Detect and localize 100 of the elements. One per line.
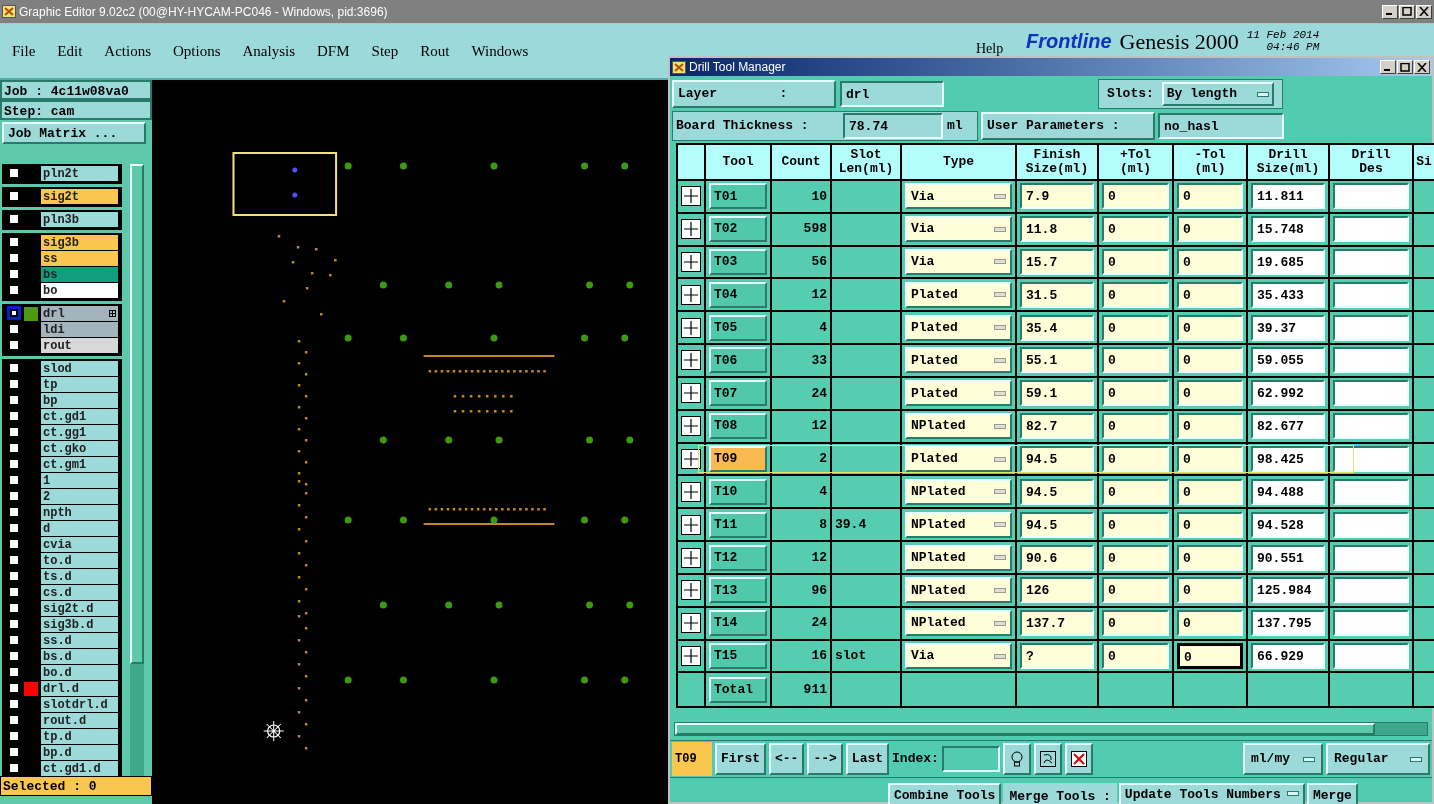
drill-des-field[interactable] — [1333, 347, 1409, 374]
minus-tol-field[interactable]: 0 — [1177, 577, 1243, 604]
type-dropdown[interactable]: NPlated — [905, 478, 1012, 505]
plus-tol-field[interactable]: 0 — [1102, 281, 1169, 308]
plus-tol-field[interactable]: 0 — [1102, 478, 1169, 505]
drill-des-field[interactable] — [1333, 248, 1409, 275]
nav-button[interactable]: Last — [845, 743, 890, 776]
thickness-field[interactable]: 78.74 — [843, 113, 943, 139]
menu-item[interactable]: Windows — [471, 39, 529, 63]
minimize-icon[interactable] — [1380, 60, 1396, 74]
layer-checkbox[interactable] — [7, 505, 21, 519]
minus-tol-field[interactable]: 0 — [1177, 347, 1243, 374]
index-field[interactable] — [941, 746, 1000, 773]
units-dropdown[interactable]: ml/my — [1243, 743, 1323, 776]
drill-des-field[interactable] — [1333, 511, 1409, 538]
crosshair-icon[interactable] — [681, 580, 701, 601]
crosshair-icon[interactable] — [681, 514, 701, 535]
minus-tol-field[interactable]: 0 — [1177, 610, 1243, 637]
layer-checkbox[interactable] — [7, 521, 21, 535]
menu-item[interactable]: Analysis — [242, 39, 296, 63]
plus-tol-field[interactable]: 0 — [1102, 347, 1169, 374]
drill-des-field[interactable] — [1333, 446, 1409, 472]
minus-tol-field[interactable]: 0 — [1177, 281, 1243, 308]
plus-tol-field[interactable]: 0 — [1102, 544, 1169, 571]
tool-button[interactable]: T02 — [709, 216, 767, 243]
user-parameters-field[interactable]: no_hasl — [1158, 113, 1284, 139]
help-menu[interactable]: Help — [976, 38, 1004, 59]
layer-checkbox[interactable] — [7, 569, 21, 583]
layer-checkbox[interactable] — [7, 457, 21, 471]
layer-item[interactable]: slotdrl.d — [41, 697, 118, 712]
layer-item[interactable]: slod — [41, 361, 118, 376]
layer-checkbox[interactable] — [7, 537, 21, 551]
drill-size-field[interactable]: 15.748 — [1251, 216, 1325, 243]
finish-size-field[interactable]: 137.7 — [1020, 610, 1094, 637]
crosshair-icon[interactable] — [681, 613, 701, 634]
drill-des-field[interactable] — [1333, 544, 1409, 571]
layer-checkbox[interactable] — [7, 745, 21, 759]
finish-size-field[interactable]: 94.5 — [1020, 446, 1094, 472]
plus-tol-field[interactable]: 0 — [1102, 610, 1169, 637]
layer-item[interactable]: bs.d — [41, 649, 118, 664]
nav-button[interactable]: --> — [807, 743, 843, 776]
layer-checkbox[interactable] — [7, 425, 21, 439]
layer-item[interactable]: cvia — [41, 537, 118, 552]
layer-item[interactable]: npth — [41, 505, 118, 520]
plus-tol-field[interactable]: 0 — [1102, 380, 1169, 407]
drill-size-field[interactable]: 98.425 — [1251, 446, 1325, 472]
layer-checkbox[interactable] — [7, 235, 21, 249]
drill-size-field[interactable]: 94.488 — [1251, 478, 1325, 505]
layer-item[interactable]: bs — [41, 267, 118, 282]
layer-checkbox[interactable] — [7, 409, 21, 423]
tool-button[interactable]: T11 — [709, 511, 767, 538]
layer-item[interactable]: tp.d — [41, 729, 118, 744]
maximize-icon[interactable] — [1399, 4, 1415, 19]
drill-des-field[interactable] — [1333, 610, 1409, 637]
drill-size-field[interactable]: 90.551 — [1251, 544, 1325, 571]
drill-size-field[interactable]: 125.984 — [1251, 577, 1325, 604]
crosshair-icon[interactable] — [681, 219, 701, 240]
layer-checkbox[interactable] — [7, 697, 21, 711]
layer-item[interactable]: ldi — [41, 322, 118, 337]
drill-des-field[interactable] — [1333, 577, 1409, 604]
layer-checkbox[interactable] — [7, 267, 21, 281]
finish-size-field[interactable]: 55.1 — [1020, 347, 1094, 374]
mode-dropdown[interactable]: Regular — [1326, 743, 1430, 776]
crosshair-icon[interactable] — [681, 350, 701, 371]
layer-item[interactable]: ct.gd1 — [41, 409, 118, 424]
layer-item[interactable]: ct.gd1.d — [41, 761, 118, 776]
drill-des-field[interactable] — [1333, 314, 1409, 341]
layer-checkbox[interactable] — [7, 377, 21, 391]
type-dropdown[interactable]: Via — [905, 216, 1012, 243]
layer-checkbox[interactable] — [7, 713, 21, 727]
menu-item[interactable]: Actions — [104, 39, 151, 63]
drill-size-field[interactable]: 62.992 — [1251, 380, 1325, 407]
type-dropdown[interactable]: Via — [905, 643, 1012, 670]
layer-checkbox[interactable] — [7, 489, 21, 503]
tool-button[interactable]: T15 — [709, 643, 767, 670]
drill-size-field[interactable]: 35.433 — [1251, 281, 1325, 308]
finish-size-field[interactable]: ? — [1020, 643, 1094, 670]
minus-tol-field[interactable]: 0 — [1177, 380, 1243, 407]
minus-tol-field[interactable]: 0 — [1177, 446, 1243, 472]
type-dropdown[interactable]: NPlated — [905, 577, 1012, 604]
layer-checkbox[interactable] — [7, 338, 21, 352]
layer-item[interactable]: sig2t — [41, 189, 118, 204]
plus-tol-field[interactable]: 0 — [1102, 314, 1169, 341]
layer-field[interactable]: drl — [840, 81, 944, 107]
plus-tol-field[interactable]: 0 — [1102, 248, 1169, 275]
layer-item[interactable]: pln2t — [41, 166, 118, 181]
layer-checkbox[interactable] — [7, 361, 21, 375]
tool-button[interactable]: T04 — [709, 281, 767, 308]
tool-button[interactable]: T13 — [709, 577, 767, 604]
layer-checkbox[interactable] — [7, 473, 21, 487]
tool-button[interactable]: T09 — [709, 446, 767, 472]
finish-size-field[interactable]: 59.1 — [1020, 380, 1094, 407]
crosshair-icon[interactable] — [681, 416, 701, 437]
type-dropdown[interactable]: Plated — [905, 347, 1012, 374]
minus-tol-field[interactable]: 0 — [1177, 413, 1243, 440]
finish-size-field[interactable]: 90.6 — [1020, 544, 1094, 571]
tool-button[interactable]: T07 — [709, 380, 767, 407]
finish-size-field[interactable]: 94.5 — [1020, 478, 1094, 505]
plus-tol-field[interactable]: 0 — [1102, 643, 1169, 670]
tool-button[interactable]: T03 — [709, 248, 767, 275]
